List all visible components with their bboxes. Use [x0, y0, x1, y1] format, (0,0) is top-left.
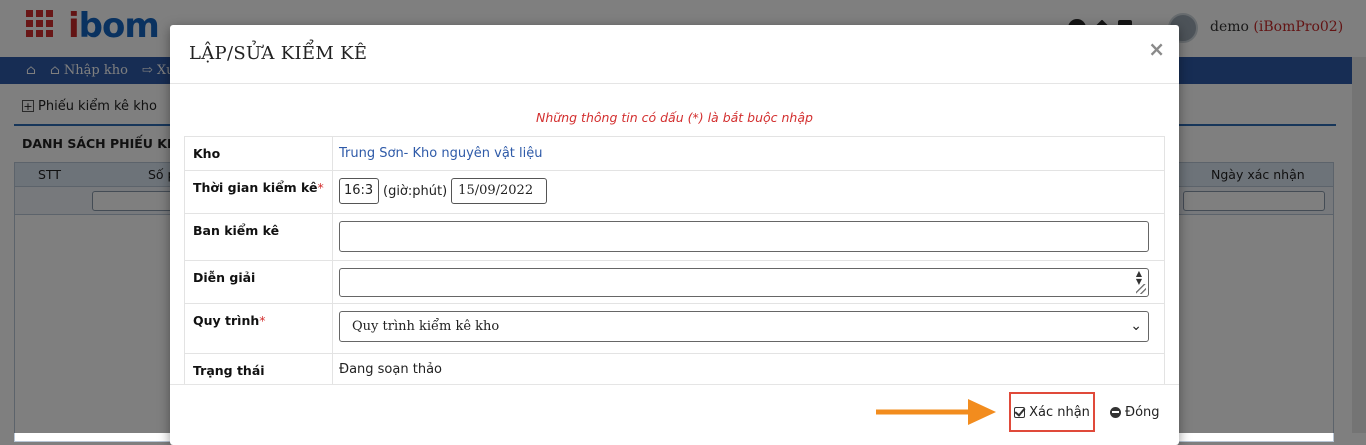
- confirm-button[interactable]: Xác nhận: [1009, 392, 1095, 432]
- dien-giai-textarea[interactable]: ▲ ▼: [339, 268, 1149, 297]
- warehouse-value: Trung Sơn- Kho nguyên vật liệu: [339, 146, 543, 161]
- form-row-kho: Kho Trung Sơn- Kho nguyên vật liệu: [184, 136, 1165, 171]
- minus-circle-icon: [1110, 406, 1121, 418]
- label-thoi-gian: Thời gian kiểm kê*: [184, 170, 333, 214]
- modal-header: LẬP/SỬA KIỂM KÊ ×: [170, 25, 1179, 84]
- value-ban-kiem-ke: [332, 213, 1165, 261]
- annotation-arrow-icon: [876, 399, 996, 425]
- date-input[interactable]: 15/09/2022: [451, 178, 548, 204]
- value-trang-thai: Đang soạn thảo: [332, 353, 1165, 385]
- inventory-check-form: Kho Trung Sơn- Kho nguyên vật liệu Thời …: [184, 136, 1165, 385]
- form-row-thoi-gian: Thời gian kiểm kê* 16:3 (giờ:phút) 15/09…: [184, 170, 1165, 214]
- close-button[interactable]: Đóng: [1110, 400, 1160, 424]
- time-unit-label: (giờ:phút): [383, 183, 448, 199]
- label-ban-kiem-ke: Ban kiểm kê: [184, 213, 333, 261]
- form-row-dien-giai: Diễn giải ▲ ▼: [184, 260, 1165, 304]
- resize-handle-icon[interactable]: [1136, 284, 1146, 294]
- label-dien-giai: Diễn giải: [184, 260, 333, 304]
- time-inputs: 16:3 (giờ:phút) 15/09/2022: [339, 178, 1149, 204]
- label-trang-thai: Trạng thái: [184, 353, 333, 385]
- value-thoi-gian: 16:3 (giờ:phút) 15/09/2022: [332, 170, 1165, 214]
- modal-footer: Xác nhận Đóng: [170, 384, 1179, 445]
- quy-trinh-select[interactable]: Quy trình kiểm kê kho ⌄: [339, 311, 1149, 342]
- label-kho: Kho: [184, 136, 333, 171]
- inventory-check-modal: LẬP/SỬA KIỂM KÊ × Những thông tin có dấu…: [170, 25, 1179, 445]
- form-row-ban-kiem-ke: Ban kiểm kê: [184, 213, 1165, 261]
- label-quy-trinh: Quy trình*: [184, 303, 333, 354]
- value-dien-giai: ▲ ▼: [332, 260, 1165, 304]
- time-input[interactable]: 16:3: [339, 178, 379, 204]
- value-kho: Trung Sơn- Kho nguyên vật liệu: [332, 136, 1165, 171]
- form-row-quy-trinh: Quy trình* Quy trình kiểm kê kho ⌄: [184, 303, 1165, 354]
- status-value: Đang soạn thảo: [339, 362, 442, 377]
- modal-title: LẬP/SỬA KIỂM KÊ: [189, 43, 368, 64]
- checkbox-checked-icon: [1014, 406, 1026, 418]
- value-quy-trinh: Quy trình kiểm kê kho ⌄: [332, 303, 1165, 354]
- ban-kiem-ke-input[interactable]: [339, 221, 1149, 252]
- close-icon[interactable]: ×: [1148, 39, 1165, 59]
- form-row-trang-thai: Trạng thái Đang soạn thảo: [184, 353, 1165, 385]
- chevron-down-icon: ⌄: [1130, 318, 1142, 334]
- required-note: Những thông tin có dấu (*) là bắt buộc n…: [536, 110, 813, 125]
